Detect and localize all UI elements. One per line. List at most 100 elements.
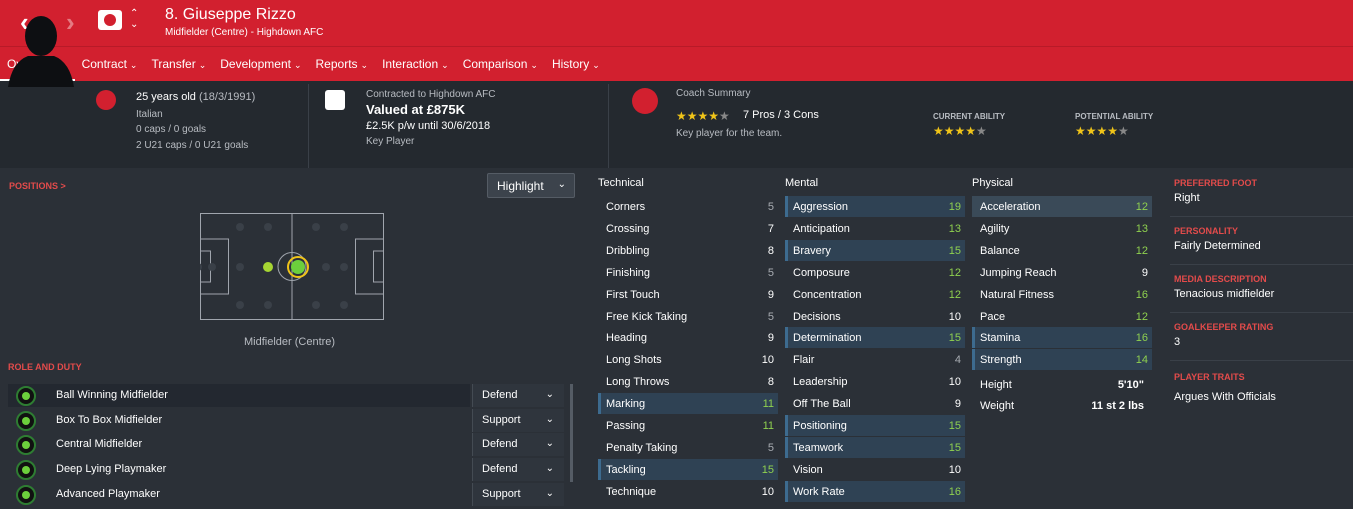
attribute-value: 12 bbox=[948, 266, 961, 279]
attribute-name: First Touch bbox=[606, 288, 660, 301]
attribute-name: Natural Fitness bbox=[980, 288, 1054, 301]
attribute-row[interactable]: First Touch 9 bbox=[598, 284, 778, 305]
attribute-row[interactable]: Positioning 15 bbox=[785, 415, 965, 436]
role-row[interactable]: Deep Lying Playmaker bbox=[8, 458, 470, 481]
attribute-row[interactable]: Technique 10 bbox=[598, 481, 778, 502]
attribute-value: 10 bbox=[948, 310, 961, 323]
duty-dropdown[interactable]: Defend ⌄ bbox=[472, 458, 564, 481]
player-value: Valued at £875K bbox=[366, 102, 465, 117]
chevron-down-icon: ⌄ bbox=[545, 488, 554, 499]
attribute-row[interactable]: Decisions 10 bbox=[785, 306, 965, 327]
attribute-name: Marking bbox=[606, 398, 646, 411]
attribute-row[interactable]: Determination 15 bbox=[785, 327, 965, 349]
role-name: Ball Winning Midfielder bbox=[56, 389, 168, 401]
role-row[interactable]: Ball Winning Midfielder bbox=[8, 384, 470, 407]
attribute-row[interactable]: Natural Fitness 16 bbox=[972, 284, 1152, 305]
duty-dropdown[interactable]: Defend ⌄ bbox=[472, 433, 564, 456]
page-subtitle: Midfielder (Centre) - Highdown AFC bbox=[165, 27, 324, 38]
contract-icon bbox=[325, 90, 345, 110]
attribute-name: Strength bbox=[980, 354, 1022, 367]
attribute-value: 16 bbox=[948, 485, 961, 498]
attribute-value: 15 bbox=[948, 441, 961, 454]
star-badge-icon bbox=[632, 88, 658, 114]
attribute-row[interactable]: Composure 12 bbox=[785, 262, 965, 283]
duty-dropdown[interactable]: Support ⌄ bbox=[472, 409, 564, 432]
attribute-row[interactable]: Marking 11 bbox=[598, 393, 778, 415]
attribute-row[interactable]: Leadership 10 bbox=[785, 371, 965, 392]
duty-dropdown[interactable]: Defend ⌄ bbox=[472, 384, 564, 407]
attribute-row[interactable]: Long Shots 10 bbox=[598, 349, 778, 370]
attribute-row[interactable]: Vision 10 bbox=[785, 459, 965, 480]
attribute-name: Anticipation bbox=[793, 222, 850, 235]
attribute-row[interactable]: Balance 12 bbox=[972, 240, 1152, 261]
highlight-dropdown[interactable]: Highlight ⌄ bbox=[487, 173, 575, 198]
attribute-row[interactable]: Work Rate 16 bbox=[785, 480, 965, 502]
tab-contract[interactable]: Contract ⌄ bbox=[75, 47, 145, 82]
attribute-row[interactable]: Pace 12 bbox=[972, 306, 1152, 327]
height-row: Height 5'10" bbox=[980, 379, 1144, 391]
nationality-flag-icon bbox=[96, 90, 116, 110]
attribute-row[interactable]: Jumping Reach 9 bbox=[972, 262, 1152, 283]
chevron-down-icon: ⌄ bbox=[360, 60, 369, 70]
attribute-row[interactable]: Anticipation 13 bbox=[785, 218, 965, 239]
attribute-value: 15 bbox=[948, 244, 961, 257]
attribute-row[interactable]: Passing 11 bbox=[598, 415, 778, 436]
attribute-row[interactable]: Finishing 5 bbox=[598, 262, 778, 283]
attribute-name: Flair bbox=[793, 354, 815, 367]
attribute-value: 13 bbox=[948, 222, 961, 235]
attribute-row[interactable]: Aggression 19 bbox=[785, 196, 965, 217]
attribute-row[interactable]: Free Kick Taking 5 bbox=[598, 306, 778, 327]
attribute-row[interactable]: Corners 5 bbox=[598, 196, 778, 217]
attribute-value: 12 bbox=[1135, 201, 1148, 213]
attribute-row[interactable]: Stamina 16 bbox=[972, 327, 1152, 349]
role-row[interactable]: Central Midfielder bbox=[8, 433, 470, 456]
attribute-name: Decisions bbox=[793, 310, 841, 323]
chevron-down-icon: ⌄ bbox=[557, 179, 566, 190]
divider bbox=[1170, 264, 1353, 265]
attribute-row[interactable]: Penalty Taking 5 bbox=[598, 437, 778, 458]
player-switch-arrows-icon[interactable]: ⌃ ⌄ bbox=[130, 8, 138, 30]
role-row[interactable]: Box To Box Midfielder bbox=[8, 409, 470, 432]
attribute-row[interactable]: Heading 9 bbox=[598, 327, 778, 348]
header-bar: ‹ › ⌃ ⌄ 8. Giuseppe Rizzo Midfielder (Cen… bbox=[0, 0, 1353, 46]
attribute-row[interactable]: Crossing 7 bbox=[598, 218, 778, 239]
divider bbox=[1170, 360, 1353, 361]
role-row[interactable]: Advanced Playmaker bbox=[8, 483, 470, 506]
tab-history[interactable]: History ⌄ bbox=[545, 47, 607, 82]
attribute-row[interactable]: Agility 13 bbox=[972, 218, 1152, 239]
attribute-row[interactable]: Off The Ball 9 bbox=[785, 393, 965, 414]
media-description-label: MEDIA DESCRIPTION bbox=[1174, 274, 1267, 284]
role-name: Advanced Playmaker bbox=[56, 488, 160, 500]
attribute-row[interactable]: Acceleration 12 bbox=[972, 196, 1152, 217]
roles-scrollbar[interactable] bbox=[570, 384, 573, 482]
role-suitability-icon bbox=[16, 386, 36, 406]
attribute-row[interactable]: Concentration 12 bbox=[785, 284, 965, 305]
tab-reports[interactable]: Reports ⌄ bbox=[309, 47, 376, 82]
role-suitability-icon bbox=[16, 460, 36, 480]
attribute-name: Positioning bbox=[793, 420, 847, 432]
tab-comparison[interactable]: Comparison ⌄ bbox=[456, 47, 545, 82]
attribute-value: 8 bbox=[767, 244, 774, 257]
role-name: Central Midfielder bbox=[56, 438, 143, 450]
attribute-row[interactable]: Teamwork 15 bbox=[785, 436, 965, 458]
attribute-name: Free Kick Taking bbox=[606, 310, 688, 323]
duty-dropdown[interactable]: Support ⌄ bbox=[472, 483, 564, 506]
divider bbox=[1170, 216, 1353, 217]
attribute-name: Vision bbox=[793, 463, 823, 476]
attribute-row[interactable]: Bravery 15 bbox=[785, 239, 965, 261]
attribute-row[interactable]: Long Throws 8 bbox=[598, 371, 778, 392]
attribute-row[interactable]: Dribbling 8 bbox=[598, 240, 778, 261]
squad-status: Key Player bbox=[366, 136, 415, 147]
tab-transfer[interactable]: Transfer ⌄ bbox=[144, 47, 213, 82]
chevron-down-icon: ⌄ bbox=[545, 463, 554, 474]
positions-link[interactable]: POSITIONS > bbox=[9, 181, 66, 191]
attribute-row[interactable]: Strength 14 bbox=[972, 349, 1152, 371]
pros-cons-link[interactable]: 7 Pros / 3 Cons bbox=[743, 109, 819, 121]
attribute-row[interactable]: Tackling 15 bbox=[598, 458, 778, 480]
attribute-row[interactable]: Flair 4 bbox=[785, 349, 965, 370]
tab-development[interactable]: Development ⌄ bbox=[213, 47, 308, 82]
tab-interaction[interactable]: Interaction ⌄ bbox=[375, 47, 456, 82]
dob-text: (18/3/1991) bbox=[199, 91, 256, 103]
attribute-name: Balance bbox=[980, 244, 1020, 257]
divider bbox=[608, 84, 609, 168]
